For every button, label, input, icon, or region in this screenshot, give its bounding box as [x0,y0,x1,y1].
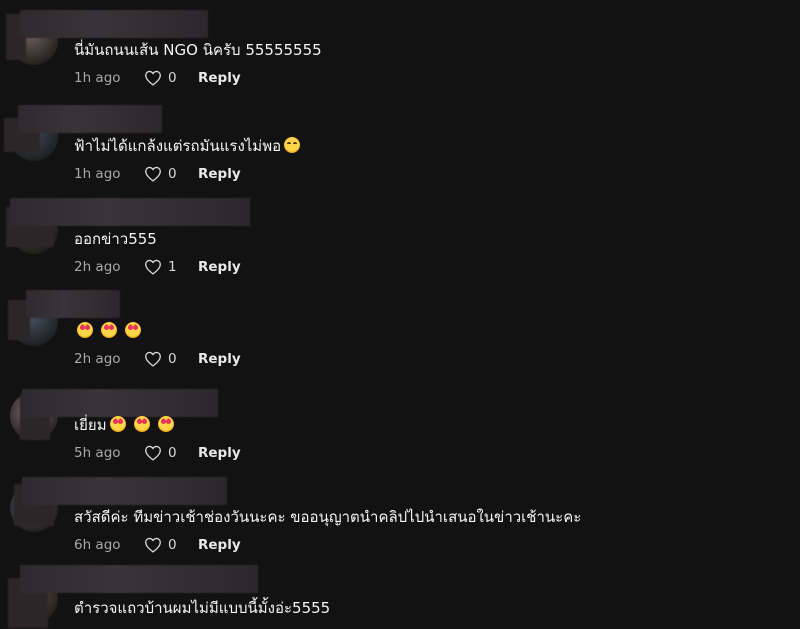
reply-button[interactable]: Reply [198,445,241,461]
heart-icon [145,259,161,275]
like-button[interactable]: 0 [144,537,198,553]
comment-meta: 2h ago 0 Reply [74,349,241,369]
comment-text: สวัสดีค่ะ ทีมข่าวเช้าช่องวันนะคะ ขออนุญา… [74,507,581,527]
comment-text: เยี่ยม [74,415,179,435]
comment-text: ออกข่าว555 [74,229,157,249]
heart-face-emoji-icon [125,322,141,338]
timestamp: 1h ago [74,166,121,182]
heart-face-emoji-icon [133,416,150,432]
username-redaction [26,290,120,318]
comment-text-content: ฟ้าไม่ได้แกล้งแต่รถมันแรงไม่พอ [74,137,282,155]
comment-text-content: ตำรวจแถวบ้านผมไม่มีแบบนี้มั้งอ่ะ5555 [74,599,331,617]
comment-meta: 2h ago 1 Reply [74,257,241,277]
heart-icon [145,537,161,553]
heart-face-emoji-icon [109,416,126,432]
like-count: 0 [168,166,177,182]
like-count: 0 [168,445,177,461]
comment-meta: 6h ago 0 Reply [74,535,241,555]
username-redaction [20,565,258,593]
grin-emoji-icon [284,137,301,153]
comment-text-content: ออกข่าว555 [74,230,157,248]
heart-icon [145,351,161,367]
timestamp: 2h ago [74,259,121,275]
like-button[interactable]: 0 [144,166,198,182]
comment-meta: 5h ago 0 Reply [74,443,241,463]
heart-face-emoji-icon [157,416,174,432]
like-count: 0 [168,351,177,367]
heart-face-emoji-icon [77,322,93,338]
comment-text-content: เยี่ยม [74,416,107,434]
heart-icon [145,166,161,182]
like-count: 1 [168,259,177,275]
heart-face-emoji-icon [101,322,117,338]
like-button[interactable]: 0 [144,445,198,461]
comment-text: ตำรวจแถวบ้านผมไม่มีแบบนี้มั้งอ่ะ5555 [74,598,330,618]
username-redaction [10,198,250,226]
comment-text: ฟ้าไม่ได้แกล้งแต่รถมันแรงไม่พอ [74,136,305,156]
comment-item: ตำรวจแถวบ้านผมไม่มีแบบนี้มั้งอ่ะ5555 [0,0,800,628]
reply-button[interactable]: Reply [198,537,241,553]
heart-icon [145,445,161,461]
reply-button[interactable]: Reply [198,259,241,275]
like-button[interactable]: 1 [144,259,198,275]
username-redaction [22,389,218,417]
like-button[interactable]: 0 [144,351,198,367]
timestamp: 2h ago [74,351,121,367]
comment-text [74,321,146,341]
username-redaction [18,105,162,133]
comment-meta: 1h ago 0 Reply [74,164,241,184]
username-redaction [22,477,227,505]
like-count: 0 [168,537,177,553]
timestamp: 5h ago [74,445,121,461]
timestamp: 6h ago [74,537,121,553]
comment-text-content: สวัสดีค่ะ ทีมข่าวเช้าช่องวันนะคะ ขออนุญา… [74,508,582,526]
reply-button[interactable]: Reply [198,351,241,367]
reply-button[interactable]: Reply [198,166,241,182]
